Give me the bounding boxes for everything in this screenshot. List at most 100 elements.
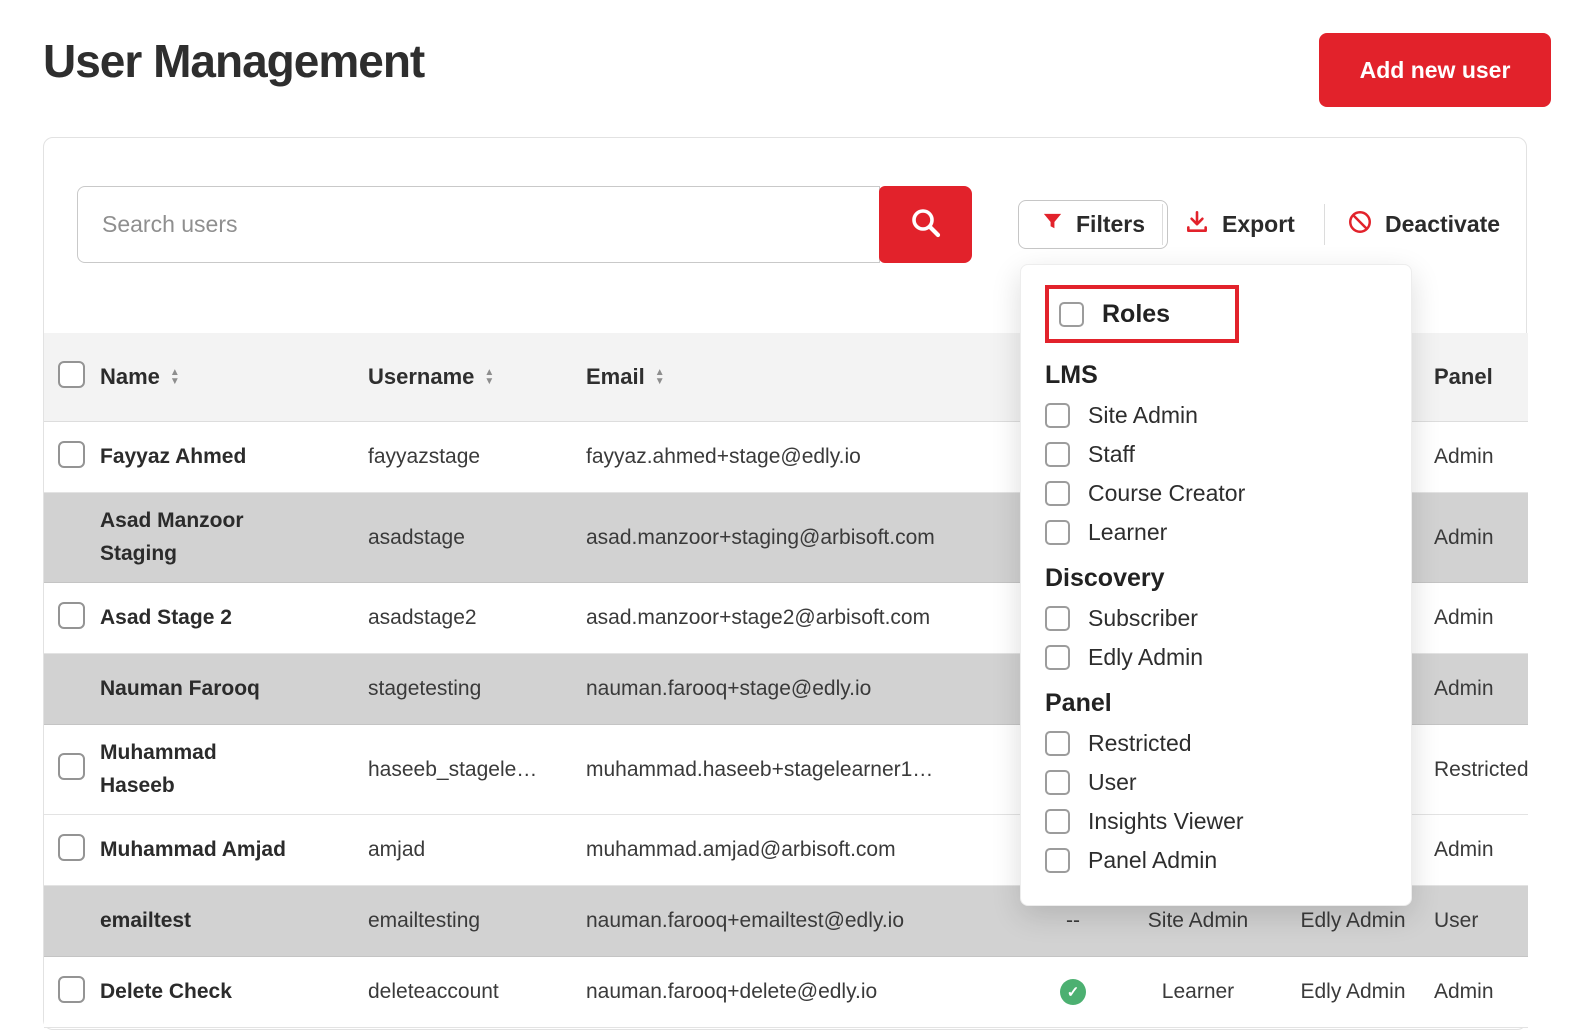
column-header-name[interactable]: Name ▲▼ [91, 352, 358, 402]
roles-filter-highlight: Roles [1045, 285, 1239, 343]
user-name: Muhammad Haseeb [100, 737, 290, 802]
cell-username: amjad [358, 826, 576, 874]
checkbox-icon[interactable] [1045, 848, 1070, 873]
add-new-user-button[interactable]: Add new user [1319, 33, 1551, 107]
column-header-email[interactable]: Email ▲▼ [576, 352, 1038, 402]
filter-option-label: Course Creator [1088, 480, 1245, 507]
header-cell-checkbox [44, 349, 91, 406]
filter-section-title: Panel [1045, 689, 1391, 718]
filters-dropdown: Roles LMSSite AdminStaffCourse CreatorLe… [1020, 264, 1412, 906]
cell-username: asadstage2 [358, 594, 576, 642]
row-checkbox[interactable] [58, 753, 85, 780]
checkbox-icon[interactable] [1045, 770, 1070, 795]
cell-panel-role: Restricted [1418, 746, 1529, 794]
filter-option-course-creator[interactable]: Course Creator [1045, 480, 1391, 507]
export-button[interactable]: Export [1184, 200, 1295, 249]
filter-option-insights-viewer[interactable]: Insights Viewer [1045, 808, 1391, 835]
cell-lms-role: Learner [1108, 968, 1288, 1016]
cell-name: Muhammad Haseeb [91, 725, 358, 814]
checkbox-icon[interactable] [1045, 481, 1070, 506]
cell-username: haseeb_stagele… [358, 746, 576, 794]
filter-option-learner[interactable]: Learner [1045, 519, 1391, 546]
row-checkbox[interactable] [58, 602, 85, 629]
sort-icon[interactable]: ▲▼ [484, 368, 494, 386]
user-name: Delete Check [100, 976, 232, 1009]
column-header-username[interactable]: Username ▲▼ [358, 352, 576, 402]
active-status-icon: ✓ [1060, 979, 1086, 1005]
filter-option-label: Insights Viewer [1088, 808, 1244, 835]
search-input[interactable] [77, 186, 880, 263]
deactivate-button[interactable]: Deactivate [1347, 200, 1500, 249]
cell-panel-role: Admin [1418, 665, 1528, 713]
cell-email: muhammad.haseeb+stagelearner1… [576, 746, 1038, 794]
cell-checkbox [44, 429, 91, 486]
cell-name: Asad Stage 2 [91, 590, 358, 647]
checkbox-icon[interactable] [1045, 442, 1070, 467]
row-checkbox[interactable] [58, 976, 85, 1003]
filter-option-restricted[interactable]: Restricted [1045, 730, 1391, 757]
column-label: Username [368, 364, 474, 390]
cell-discovery-role: Edly Admin [1288, 968, 1418, 1016]
table-row[interactable]: Delete Checkdeleteaccountnauman.farooq+d… [44, 957, 1528, 1028]
filter-option-edly-admin[interactable]: Edly Admin [1045, 644, 1391, 671]
filters-button[interactable]: Filters [1018, 200, 1168, 249]
cell-checkbox [44, 964, 91, 1021]
checkbox-icon[interactable] [1045, 606, 1070, 631]
checkbox-icon[interactable] [1045, 731, 1070, 756]
filter-option-staff[interactable]: Staff [1045, 441, 1391, 468]
cell-email: asad.manzoor+stage2@arbisoft.com [576, 594, 1038, 642]
checkbox-icon[interactable] [1045, 403, 1070, 428]
roles-checkbox[interactable] [1059, 302, 1084, 327]
filter-option-subscriber[interactable]: Subscriber [1045, 605, 1391, 632]
cell-checkbox [44, 822, 91, 879]
user-management-page: User Management Add new user Filters [0, 0, 1570, 1030]
cell-email: asad.manzoor+staging@arbisoft.com [576, 514, 1038, 562]
search-button[interactable] [879, 186, 972, 263]
cell-username: fayyazstage [358, 433, 576, 481]
cell-name: Muhammad Amjad [91, 822, 358, 879]
cell-panel-role: Admin [1418, 594, 1528, 642]
filter-option-panel-admin[interactable]: Panel Admin [1045, 847, 1391, 874]
cell-email: fayyaz.ahmed+stage@edly.io [576, 433, 1038, 481]
filter-icon [1041, 210, 1064, 239]
row-checkbox[interactable] [58, 441, 85, 468]
user-table-card: Filters Export Deactivate [43, 137, 1527, 1030]
cell-panel-role: Admin [1418, 514, 1528, 562]
user-name: Asad Stage 2 [100, 602, 232, 635]
cell-name: emailtest [91, 893, 358, 950]
checkbox-icon[interactable] [1045, 520, 1070, 545]
select-all-checkbox[interactable] [58, 361, 85, 388]
filter-option-site-admin[interactable]: Site Admin [1045, 402, 1391, 429]
cell-name: Delete Check [91, 964, 358, 1021]
column-label: Email [586, 364, 645, 390]
toolbar-divider [1324, 204, 1325, 245]
sort-icon[interactable]: ▲▼ [655, 368, 665, 386]
export-icon [1184, 209, 1210, 241]
cell-panel-role: Admin [1418, 826, 1528, 874]
user-name: Muhammad Amjad [100, 834, 286, 867]
export-label: Export [1222, 211, 1295, 238]
checkbox-icon[interactable] [1045, 809, 1070, 834]
column-label: Panel [1434, 364, 1493, 390]
cell-checkbox [44, 526, 91, 550]
cell-email: nauman.farooq+stage@edly.io [576, 665, 1038, 713]
checkbox-icon[interactable] [1045, 645, 1070, 670]
cell-status: ✓ [1038, 967, 1108, 1017]
cell-panel-role: Admin [1418, 433, 1528, 481]
page-title: User Management [43, 34, 424, 88]
cell-panel-role: User [1418, 897, 1528, 945]
column-header-panel: Panel [1418, 352, 1528, 402]
filter-option-roles[interactable]: Roles [1059, 300, 1170, 329]
filter-option-label: Panel Admin [1088, 847, 1217, 874]
user-name: Nauman Farooq [100, 673, 260, 706]
cell-name: Asad Manzoor Staging [91, 493, 358, 582]
row-checkbox[interactable] [58, 834, 85, 861]
cell-username: asadstage [358, 514, 576, 562]
filter-option-label: Edly Admin [1088, 644, 1203, 671]
cell-name: Nauman Farooq [91, 661, 358, 718]
cell-username: deleteaccount [358, 968, 576, 1016]
filter-option-user[interactable]: User [1045, 769, 1391, 796]
user-name: Fayyaz Ahmed [100, 441, 246, 474]
deactivate-icon [1347, 209, 1373, 241]
sort-icon[interactable]: ▲▼ [170, 368, 180, 386]
